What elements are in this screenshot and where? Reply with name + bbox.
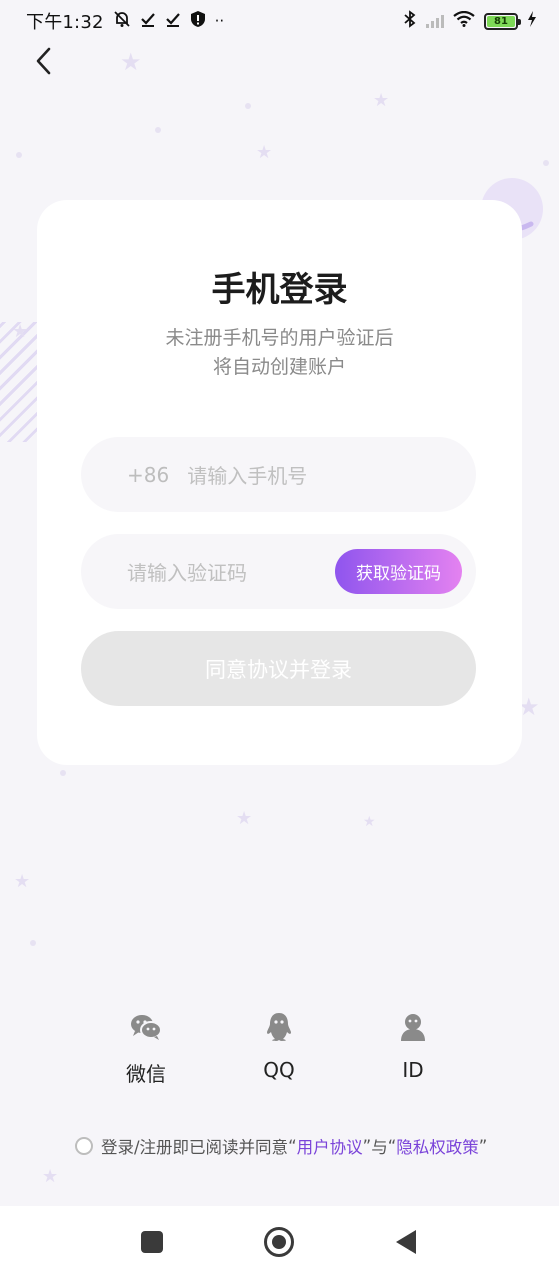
battery-icon: 81 [484, 12, 521, 30]
quote-mark: ” [362, 1136, 372, 1156]
shield-alert-icon [190, 10, 206, 33]
back-button[interactable] [26, 44, 60, 82]
check-icon [165, 11, 181, 32]
chevron-left-icon [34, 47, 52, 79]
quote-mark: “ [288, 1136, 297, 1156]
agree-and-login-button[interactable]: 同意协议并登录 [81, 631, 476, 706]
phone-field[interactable]: +86 请输入手机号 [81, 437, 476, 512]
decorative-star: ★ [373, 90, 390, 111]
wechat-label: 微信 [126, 1062, 166, 1086]
quote-mark: “ [387, 1136, 397, 1156]
agreement-text: 登录/注册即已阅读并同意 [101, 1138, 289, 1157]
status-time: 下午1:32 [26, 12, 104, 33]
wechat-login-button[interactable]: 微信 [106, 1012, 186, 1087]
signal-icon [426, 14, 444, 28]
qq-login-button[interactable]: QQ [239, 1012, 319, 1082]
wifi-icon [453, 10, 475, 32]
subtitle-line-2: 将自动创建账户 [212, 356, 346, 378]
decorative-dot [245, 103, 251, 109]
user-icon [399, 1012, 427, 1046]
status-bar: 下午1:32 ·· 81 [0, 0, 559, 42]
privacy-policy-link[interactable]: 隐私权政策 [396, 1134, 479, 1158]
id-login-button[interactable]: ID [373, 1012, 453, 1082]
back-icon [394, 1229, 418, 1259]
more-icon: ·· [214, 11, 225, 30]
home-button[interactable] [259, 1224, 299, 1264]
phone-input[interactable]: 请输入手机号 [187, 460, 307, 489]
subtitle-line-1: 未注册手机号的用户验证后 [165, 327, 394, 349]
recent-apps-button[interactable] [132, 1224, 172, 1264]
bluetooth-icon [403, 9, 417, 33]
qq-label: QQ [263, 1058, 295, 1082]
decorative-dot [60, 770, 66, 776]
charging-icon [527, 10, 537, 32]
nav-back-button[interactable] [386, 1224, 426, 1264]
agreement-row: 登录/注册即已阅读并同意 “ 用户协议 ” 与 “ 隐私权政策 ” [75, 1134, 487, 1158]
agreement-and-text: 与 [371, 1138, 388, 1157]
quote-mark: ” [478, 1136, 488, 1156]
decorative-star: ★ [42, 1166, 59, 1187]
decorative-dot [30, 940, 36, 946]
decorative-dot [155, 127, 161, 133]
decorative-dot [16, 152, 22, 158]
agreement-radio[interactable] [75, 1137, 93, 1155]
battery-level: 81 [487, 15, 515, 27]
get-code-button[interactable]: 获取验证码 [335, 549, 462, 594]
verification-code-input[interactable]: 请输入验证码 [127, 557, 247, 586]
recent-apps-icon [140, 1230, 164, 1258]
bell-muted-icon [113, 10, 131, 33]
wechat-icon [130, 1012, 162, 1046]
home-icon [263, 1226, 295, 1262]
status-bar-right: 81 [403, 9, 537, 33]
check-icon [140, 11, 156, 32]
decorative-dot [543, 160, 549, 166]
country-code-prefix[interactable]: +86 [127, 463, 169, 487]
status-bar-left: 下午1:32 ·· [26, 8, 224, 34]
decorative-star: ★ [363, 814, 376, 830]
decorative-star: ★ [14, 871, 31, 892]
system-nav-bar [0, 1206, 559, 1280]
id-label: ID [402, 1058, 424, 1082]
page-title: 手机登录 [211, 270, 348, 310]
decorative-star: ★ [236, 808, 253, 829]
qq-icon [265, 1012, 293, 1046]
decorative-star: ★ [120, 48, 142, 76]
user-agreement-link[interactable]: 用户协议 [297, 1134, 363, 1158]
decorative-star: ★ [256, 142, 273, 163]
